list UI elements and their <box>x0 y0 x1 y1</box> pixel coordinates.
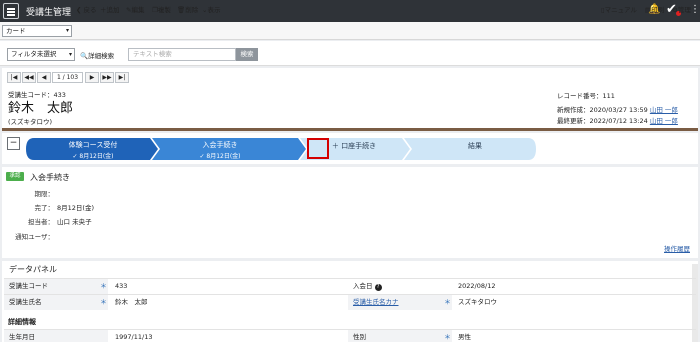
assignee-label: 担当者： <box>28 218 54 226</box>
student-name-label-text: 受講生氏名 <box>9 298 42 306</box>
data-panel-title: データパネル <box>9 265 57 274</box>
deadline-label: 期限： <box>34 190 55 198</box>
student-kana-label-text[interactable]: 受講生氏名カナ <box>353 298 399 306</box>
join-date-label: 入会日 ? <box>348 279 452 294</box>
toolbar <box>0 22 700 40</box>
birthdate-value: 1997/11/13 <box>115 333 153 341</box>
next-many-button[interactable]: ▶▶ <box>100 72 114 83</box>
detail-search-button[interactable]: 🔍詳細検索 <box>80 50 114 60</box>
view-select-value: カード <box>6 27 26 35</box>
assignee-value: 山口 未央子 <box>57 218 92 226</box>
created-by-link[interactable]: 山田 一郎 <box>650 106 678 114</box>
filter-select[interactable]: フィルタ未選択 ▾ <box>7 48 75 61</box>
step-2-label: 入会手続き <box>202 141 238 149</box>
chevron-down-icon: ▾ <box>68 51 72 58</box>
display-label: 表示 <box>207 6 221 14</box>
completed-value: 8月12日(金) <box>57 204 94 212</box>
admin-button[interactable]: ⚙管理 <box>672 4 691 14</box>
manual-button[interactable]: ▯マニュアル <box>601 4 637 14</box>
student-name-value: 鈴木 太郎 <box>115 298 148 306</box>
search-button[interactable]: 検索 <box>236 48 258 61</box>
student-code-label-text: 受講生コード <box>9 282 48 290</box>
search-input[interactable]: テキスト検索 <box>128 48 236 61</box>
last-page-button[interactable]: ▶| <box>115 72 129 83</box>
prev-many-button[interactable]: ◀◀ <box>22 72 36 83</box>
print-label: 印刷 <box>651 6 665 14</box>
copy-label: 複製 <box>157 6 171 14</box>
student-kana-value: スズキタロウ <box>458 298 497 306</box>
print-button[interactable]: ▤印刷 <box>645 4 664 14</box>
notify-users-label: 通知ユーザ： <box>15 233 54 241</box>
more-menu-icon[interactable]: ⋮ <box>690 4 700 15</box>
completed-label: 完了： <box>34 204 55 212</box>
detail-search-label: 詳細検索 <box>88 52 115 60</box>
record-number: レコード番号：111 <box>557 92 615 100</box>
gender-value: 男性 <box>458 333 471 341</box>
edit-label: 編集 <box>131 6 145 14</box>
procedure-panel <box>2 167 698 258</box>
procedure-title: 入会手続き <box>30 173 70 182</box>
created-info: 新規作成：2020/03/27 13:59 山田 一郎 <box>557 104 678 114</box>
edit-button[interactable]: ✎編集 <box>126 4 144 14</box>
highlight-box <box>307 138 329 159</box>
step-4-label: 結果 <box>468 142 482 150</box>
delete-label: 削除 <box>185 6 199 14</box>
page-indicator: 1 / 103 <box>52 72 83 83</box>
approve-badge: 承認 <box>6 172 24 181</box>
manual-label: マニュアル <box>604 6 637 14</box>
required-icon: ＊ <box>444 333 451 341</box>
student-name-label: 受講生氏名 ＊ <box>4 295 108 310</box>
help-icon[interactable]: ? <box>374 284 382 291</box>
updated-date: 最終更新：2022/07/12 13:24 <box>557 117 648 125</box>
student-kana: (スズキタロウ) <box>8 118 53 126</box>
filter-select-value: フィルタ未選択 <box>11 50 57 58</box>
display-button[interactable]: ⌄表示 <box>202 4 220 14</box>
chevron-left-icon: ❮ <box>76 6 84 14</box>
gender-label: 性別 ＊ <box>348 330 452 342</box>
collapse-button[interactable]: − <box>7 137 20 150</box>
prev-page-button[interactable]: ◀ <box>37 72 51 83</box>
join-date-value: 2022/08/12 <box>458 282 496 290</box>
updated-by-link[interactable]: 山田 一郎 <box>650 117 678 125</box>
student-kana-label: 受講生氏名カナ ＊ <box>348 295 452 310</box>
delete-button[interactable]: 🗑削除 <box>177 4 198 14</box>
student-code-value: 433 <box>115 282 128 290</box>
updated-info: 最終更新：2022/07/12 13:24 山田 一郎 <box>557 115 678 125</box>
step-1-date: ✓ 8月12日(金) <box>72 153 114 160</box>
back-button[interactable]: ❮ 戻る <box>76 4 97 14</box>
next-page-button[interactable]: ▶ <box>85 72 99 83</box>
step-1-label: 体験コース受付 <box>68 141 118 149</box>
table-row: 受講生氏名 ＊ 鈴木 太郎 受講生氏名カナ ＊ スズキタロウ <box>4 294 696 310</box>
gender-label-text: 性別 <box>353 333 366 341</box>
required-icon: ＊ <box>100 298 107 306</box>
view-select[interactable]: カード ▾ <box>2 25 72 37</box>
search-icon: 🔍 <box>80 52 89 60</box>
add-label: 追加 <box>106 6 120 14</box>
step-2-date: ✓ 8月12日(金) <box>199 153 241 160</box>
detail-section-title: 詳細情報 <box>8 318 36 326</box>
history-link[interactable]: 操作履歴 <box>664 243 690 253</box>
table-row: 生年月日 1997/11/13 性別 ＊ 男性 <box>4 329 696 342</box>
menu-icon[interactable] <box>3 3 19 19</box>
created-date: 新規作成：2020/03/27 13:59 <box>557 106 648 114</box>
first-page-button[interactable]: |◀ <box>7 72 21 83</box>
required-icon: ＊ <box>444 298 451 306</box>
app-title: 受講生管理 <box>26 8 72 18</box>
admin-label: 管理 <box>677 6 691 14</box>
record-divider <box>2 128 698 131</box>
copy-button[interactable]: ❐複製 <box>152 4 171 14</box>
birthdate-label: 生年月日 <box>4 330 108 342</box>
student-code-label: 受講生コード ＊ <box>4 279 108 294</box>
chevron-down-icon: ▾ <box>65 27 69 34</box>
table-row: 受講生コード ＊ 433 入会日 ? 2022/08/12 <box>4 278 696 294</box>
required-icon: ＊ <box>100 282 107 290</box>
back-label: 戻る <box>83 6 97 14</box>
join-date-label-text: 入会日 <box>353 282 373 290</box>
add-button[interactable]: ＋追加 <box>100 4 120 14</box>
student-name: 鈴木 太郎 <box>8 101 74 116</box>
